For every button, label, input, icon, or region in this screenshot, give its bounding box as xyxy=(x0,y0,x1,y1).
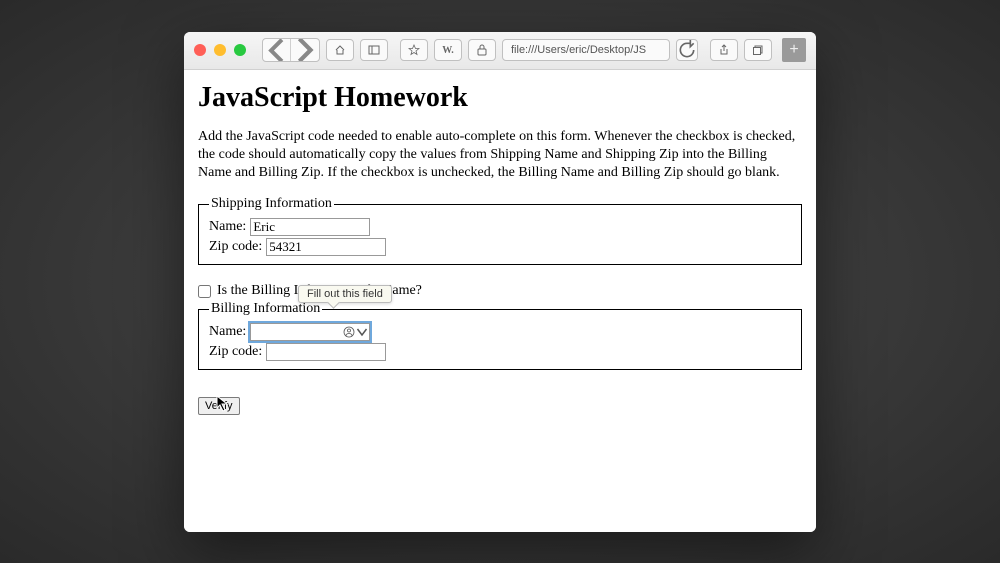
validation-tooltip: Fill out this field xyxy=(298,285,392,303)
shipping-legend: Shipping Information xyxy=(209,196,334,212)
traffic-lights xyxy=(194,44,246,56)
page-title: JavaScript Homework xyxy=(198,82,802,114)
shipping-zip-label: Zip code: xyxy=(209,239,262,255)
minimize-window-button[interactable] xyxy=(214,44,226,56)
privacy-button[interactable] xyxy=(468,39,496,61)
billing-legend: Billing Information xyxy=(209,301,322,317)
home-button[interactable] xyxy=(326,39,354,61)
same-billing-checkbox[interactable] xyxy=(198,285,211,298)
share-button[interactable] xyxy=(710,39,738,61)
billing-zip-label: Zip code: xyxy=(209,344,262,360)
autofill-contacts-icon[interactable] xyxy=(343,326,368,338)
back-button[interactable] xyxy=(263,39,291,61)
billing-zip-input[interactable] xyxy=(266,343,386,361)
billing-fieldset: Billing Information Name: Zip code: xyxy=(198,301,802,370)
safari-window: W. file:///Users/eric/Desktop/JS + JavaS… xyxy=(184,32,816,532)
shipping-zip-input[interactable] xyxy=(266,238,386,256)
billing-name-label: Name: xyxy=(209,324,246,340)
reload-button[interactable] xyxy=(676,39,698,61)
reader-button[interactable]: W. xyxy=(434,39,462,61)
maximize-window-button[interactable] xyxy=(234,44,246,56)
shipping-fieldset: Shipping Information Name: Zip code: xyxy=(198,196,802,265)
close-window-button[interactable] xyxy=(194,44,206,56)
nav-buttons xyxy=(262,38,320,62)
forward-button[interactable] xyxy=(291,39,319,61)
page-description: Add the JavaScript code needed to enable… xyxy=(198,128,802,183)
tabs-button[interactable] xyxy=(744,39,772,61)
titlebar: W. file:///Users/eric/Desktop/JS + xyxy=(184,32,816,70)
sidebar-button[interactable] xyxy=(360,39,388,61)
shipping-name-label: Name: xyxy=(209,219,246,235)
bookmark-button[interactable] xyxy=(400,39,428,61)
new-tab-button[interactable]: + xyxy=(782,38,806,62)
url-bar[interactable]: file:///Users/eric/Desktop/JS xyxy=(502,39,670,61)
verify-button[interactable]: Verify xyxy=(198,397,240,415)
url-area: W. file:///Users/eric/Desktop/JS xyxy=(400,39,698,61)
url-text: file:///Users/eric/Desktop/JS xyxy=(511,44,646,56)
page-content: JavaScript Homework Add the JavaScript c… xyxy=(184,70,816,532)
shipping-name-input[interactable] xyxy=(250,218,370,236)
